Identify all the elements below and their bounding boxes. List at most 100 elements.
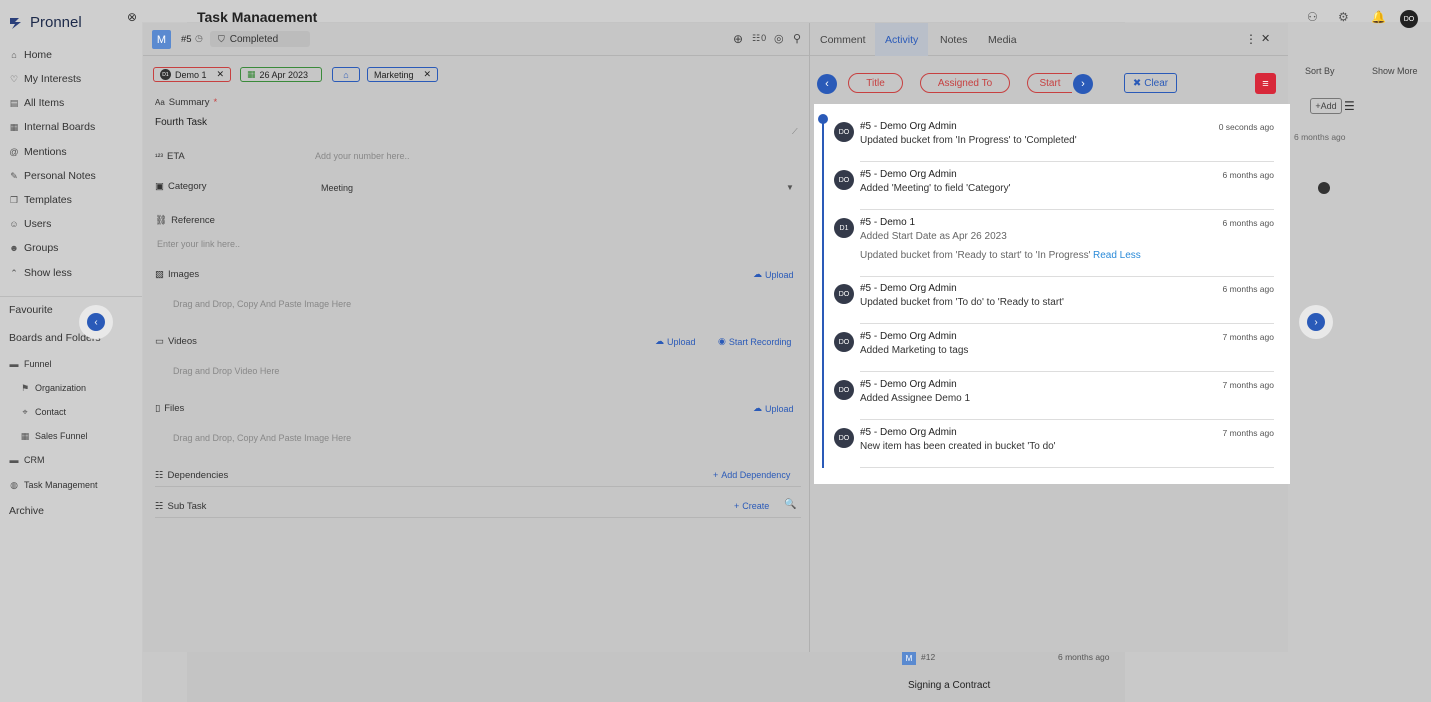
- tab-notes[interactable]: Notes: [930, 23, 977, 56]
- folder-item-organization[interactable]: ⚑ Organization: [20, 383, 86, 394]
- activity-description: Updated bucket from 'In Progress' to 'Co…: [860, 135, 1077, 146]
- reference-input[interactable]: Enter your link here..: [157, 239, 240, 249]
- files-label: ▯ Files: [155, 403, 185, 414]
- start-recording-button[interactable]: ◉ Start Recording: [718, 336, 791, 347]
- images-dropzone[interactable]: Drag and Drop, Copy And Paste Image Here: [173, 299, 351, 309]
- tag-add-button[interactable]: ⌂: [332, 67, 360, 82]
- folder-icon: ▬: [9, 359, 19, 369]
- filter-start[interactable]: Start: [1027, 73, 1072, 93]
- chevron-down-icon[interactable]: ▼: [786, 183, 794, 192]
- collapse-icon[interactable]: ⊗: [127, 10, 137, 24]
- status-select[interactable]: ⛉ Completed: [210, 31, 310, 47]
- tab-activity[interactable]: Activity: [875, 23, 929, 56]
- sidebar-item-all-items[interactable]: ▤ All Items: [9, 97, 65, 109]
- close-icon[interactable]: ✕: [1261, 32, 1270, 45]
- activity-separator: [860, 467, 1274, 468]
- cloud-upload-icon: ☁: [655, 336, 664, 346]
- sort-by-button[interactable]: Sort By: [1305, 66, 1335, 76]
- videos-upload-button[interactable]: ☁ Upload: [655, 336, 696, 347]
- sidebar-item-show-less[interactable]: ⌃ Show less: [9, 267, 72, 279]
- close-icon[interactable]: ✕: [216, 69, 224, 80]
- scroll-right-icon[interactable]: ›: [1073, 74, 1093, 94]
- add-button[interactable]: +Add: [1310, 98, 1342, 114]
- link-icon: ⛓: [155, 215, 168, 226]
- assignee-chip[interactable]: D1 Demo 1 ✕: [153, 67, 231, 82]
- date-chip[interactable]: ▦ 26 Apr 2023: [240, 67, 322, 82]
- add-dependency-button[interactable]: + Add Dependency: [713, 470, 790, 480]
- bell-icon[interactable]: 🔔: [1371, 10, 1386, 24]
- sidebar-item-home[interactable]: ⌂ Home: [9, 49, 52, 61]
- sidebar-item-label: All Items: [24, 97, 65, 109]
- globe-icon[interactable]: ⊕: [733, 32, 743, 46]
- pronnel-logo-icon: [10, 17, 21, 29]
- sidebar-item-personal-notes[interactable]: ✎ Personal Notes: [9, 170, 96, 182]
- plus-icon: +: [713, 470, 719, 480]
- folder-item-funnel[interactable]: ▬ Funnel: [9, 359, 52, 369]
- dropdown-icon: ▣: [155, 181, 164, 192]
- folder-item-crm[interactable]: ▬ CRM: [9, 455, 45, 465]
- next-item-button[interactable]: ›: [1299, 305, 1333, 339]
- date-value: 26 Apr 2023: [259, 69, 309, 80]
- create-subtask-button[interactable]: + Create: [734, 501, 769, 511]
- favourite-header[interactable]: Favourite: [9, 304, 53, 316]
- sidebar-item-mentions[interactable]: @ Mentions: [9, 146, 66, 158]
- scroll-left-icon[interactable]: ‹: [817, 74, 837, 94]
- eye-icon[interactable]: ◎: [774, 32, 784, 45]
- sidebar: Pronnel ⌂ Home ♡ My Interests ▤ All Items ▦ Int…: [0, 0, 142, 702]
- sidebar-item-templates[interactable]: ❐ Templates: [9, 194, 72, 206]
- search-icon[interactable]: 🔍: [784, 499, 796, 510]
- activity-description: Updated bucket from 'Ready to start' to …: [860, 250, 1091, 261]
- activity-avatar: D1: [834, 218, 854, 238]
- folder-item-task-management[interactable]: ◍ Task Management: [9, 480, 97, 491]
- summary-input[interactable]: Fourth Task: [155, 117, 801, 137]
- files-upload-button[interactable]: ☁ Upload: [753, 403, 794, 414]
- folder-item-sales-funnel[interactable]: ▦ Sales Funnel: [20, 431, 88, 442]
- app-name: Pronnel: [30, 14, 82, 31]
- subscribers-count[interactable]: ☷ 0: [752, 33, 766, 44]
- sidebar-item-users[interactable]: ☺ Users: [9, 218, 51, 230]
- tag-icon: ⌂: [343, 69, 349, 80]
- sidebar-item-internal-boards[interactable]: ▦ Internal Boards: [9, 121, 95, 133]
- plus-icon: +: [734, 501, 740, 511]
- activity-description: Added 'Meeting' to field 'Category': [860, 183, 1011, 194]
- assign-user-icon[interactable]: ⚲: [793, 32, 801, 45]
- filter-assigned-to[interactable]: Assigned To: [920, 73, 1010, 93]
- groups-icon: ☻: [9, 243, 19, 253]
- activity-time: 6 months ago: [1222, 170, 1274, 180]
- archive-header[interactable]: Archive: [9, 505, 44, 517]
- sidebar-item-my-interests[interactable]: ♡ My Interests: [9, 73, 81, 85]
- show-more-button[interactable]: Show More: [1372, 66, 1418, 76]
- resize-handle-icon[interactable]: ⟋: [792, 127, 798, 137]
- more-vertical-icon[interactable]: ⋮: [1245, 32, 1257, 46]
- app-logo[interactable]: Pronnel: [8, 14, 82, 31]
- eta-input[interactable]: Add your number here..: [315, 151, 410, 161]
- category-select[interactable]: Meeting: [321, 183, 353, 193]
- dependency-icon: ☷: [155, 470, 164, 481]
- activity-list: DO #5 - Demo Org Admin 0 seconds ago Upda…: [814, 104, 1290, 484]
- divider: [0, 296, 142, 297]
- menu-icon[interactable]: ☰: [1344, 99, 1355, 113]
- folder-item-contact[interactable]: ⌖ Contact: [20, 407, 66, 418]
- files-dropzone[interactable]: Drag and Drop, Copy And Paste Image Here: [173, 433, 351, 443]
- card-title[interactable]: Signing a Contract: [908, 680, 990, 691]
- chevron-right-icon: ›: [1307, 313, 1325, 331]
- read-less-link[interactable]: Read Less: [1093, 250, 1141, 261]
- prev-item-button[interactable]: ‹: [79, 305, 113, 339]
- close-icon[interactable]: ✕: [423, 69, 431, 80]
- filter-title[interactable]: Title: [848, 73, 903, 93]
- images-upload-button[interactable]: ☁ Upload: [753, 269, 794, 280]
- people-icon[interactable]: ⚇: [1307, 10, 1318, 24]
- tag-chip[interactable]: Marketing ✕: [367, 67, 438, 82]
- filter-settings-icon[interactable]: ≡: [1255, 73, 1276, 94]
- tag-label: Marketing: [374, 69, 414, 80]
- gear-icon[interactable]: ⚙: [1338, 10, 1349, 24]
- activity-author: #5 - Demo Org Admin: [860, 379, 957, 390]
- tab-comment[interactable]: Comment: [810, 23, 876, 56]
- user-avatar[interactable]: DO: [1400, 10, 1418, 28]
- number-icon: ¹²³: [155, 152, 163, 161]
- tab-media[interactable]: Media: [978, 23, 1027, 56]
- cloud-upload-icon: ☁: [753, 403, 762, 413]
- videos-dropzone[interactable]: Drag and Drop Video Here: [173, 366, 279, 376]
- clear-filters-button[interactable]: ✖ Clear: [1124, 73, 1177, 93]
- sidebar-item-groups[interactable]: ☻ Groups: [9, 242, 58, 254]
